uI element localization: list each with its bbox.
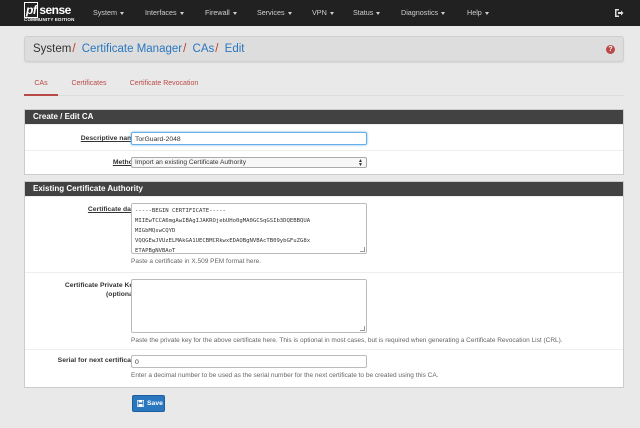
private-key-label: Certificate Private Key (optional) — [64, 282, 137, 298]
certificate-data-label: Certificate data — [87, 206, 137, 213]
caret-down-icon — [119, 11, 124, 15]
top-navbar: pf sense COMMUNITY EDITION System Interfa… — [0, 0, 640, 26]
panel-heading: Existing Certificate Authority — [25, 182, 623, 196]
question-circle-icon[interactable]: ? — [606, 45, 615, 54]
tab-cas[interactable]: CAs — [24, 76, 58, 96]
tab-certificates[interactable]: Certificates — [66, 76, 112, 96]
serial-row: Serial for next certificate 0 Enter a de… — [25, 349, 623, 387]
logo-edition: COMMUNITY EDITION — [24, 17, 75, 22]
serial-label: Serial for next certificate — [57, 357, 137, 364]
pfsense-logo[interactable]: pf sense COMMUNITY EDITION — [24, 2, 80, 23]
resize-grip-icon[interactable] — [360, 247, 365, 252]
logo-prefix: pf — [24, 2, 39, 18]
breadcrumb-cas[interactable]: CAs — [193, 43, 215, 55]
method-select[interactable]: Import an existing Certificate Authority… — [131, 157, 367, 168]
breadcrumb-edit[interactable]: Edit — [225, 43, 245, 55]
breadcrumb-root: System — [33, 43, 72, 55]
save-icon — [137, 400, 144, 407]
descriptive-name-row: Descriptive name TorGuard-2048 — [25, 124, 623, 150]
nav-menu-status[interactable]: Status — [353, 0, 381, 26]
tab-bar: CAs Certificates Certificate Revocation — [24, 76, 624, 96]
create-edit-ca-panel: Create / Edit CA Descriptive name TorGua… — [24, 109, 624, 175]
caret-down-icon — [441, 11, 446, 15]
caret-down-icon — [329, 11, 334, 15]
resize-grip-icon[interactable] — [360, 326, 365, 331]
private-key-row: Certificate Private Key (optional) Paste… — [25, 272, 623, 349]
nav-menu-services[interactable]: Services — [257, 0, 292, 26]
method-row: Method Import an existing Certificate Au… — [25, 150, 623, 174]
breadcrumb-certificate-manager[interactable]: Certificate Manager — [82, 43, 182, 55]
select-arrows-icon: ▲ ▼ — [358, 158, 363, 168]
panel-heading: Create / Edit CA — [25, 110, 623, 124]
nav-menu-firewall[interactable]: Firewall — [205, 0, 237, 26]
private-key-help: Paste the private key for the above cert… — [131, 337, 563, 344]
breadcrumb: System/ Certificate Manager/ CAs/ Edit — [33, 43, 245, 55]
logo-main: sense — [39, 3, 71, 17]
nav-menu-interfaces[interactable]: Interfaces — [145, 0, 184, 26]
nav-menu-system[interactable]: System — [93, 0, 124, 26]
caret-down-icon — [232, 11, 237, 15]
breadcrumb-panel: System/ Certificate Manager/ CAs/ Edit ? — [24, 36, 624, 62]
certificate-data-textarea[interactable]: -----BEGIN CERTIFICATE----- MIIEwTCCA6mgA… — [131, 203, 367, 254]
certificate-data-row: Certificate data -----BEGIN CERTIFICATE-… — [25, 196, 623, 272]
descriptive-name-input[interactable]: TorGuard-2048 — [131, 132, 367, 145]
nav-menu-vpn[interactable]: VPN — [312, 0, 334, 26]
sign-out-icon[interactable] — [614, 8, 624, 18]
descriptive-name-label: Descriptive name — [80, 135, 137, 142]
caret-down-icon — [376, 11, 381, 15]
tab-certificate-revocation[interactable]: Certificate Revocation — [124, 76, 204, 96]
caret-down-icon — [287, 11, 292, 15]
save-button[interactable]: Save — [132, 395, 165, 412]
serial-help: Enter a decimal number to be used as the… — [131, 372, 439, 379]
nav-menu-help[interactable]: Help — [467, 0, 489, 26]
nav-menu-diagnostics[interactable]: Diagnostics — [401, 0, 446, 26]
certificate-data-help: Paste a certificate in X.509 PEM format … — [131, 258, 262, 265]
serial-input[interactable]: 0 — [131, 355, 367, 368]
private-key-textarea[interactable] — [131, 279, 367, 333]
existing-ca-panel: Existing Certificate Authority Certifica… — [24, 181, 624, 388]
caret-down-icon — [484, 11, 489, 15]
caret-down-icon — [179, 11, 184, 15]
